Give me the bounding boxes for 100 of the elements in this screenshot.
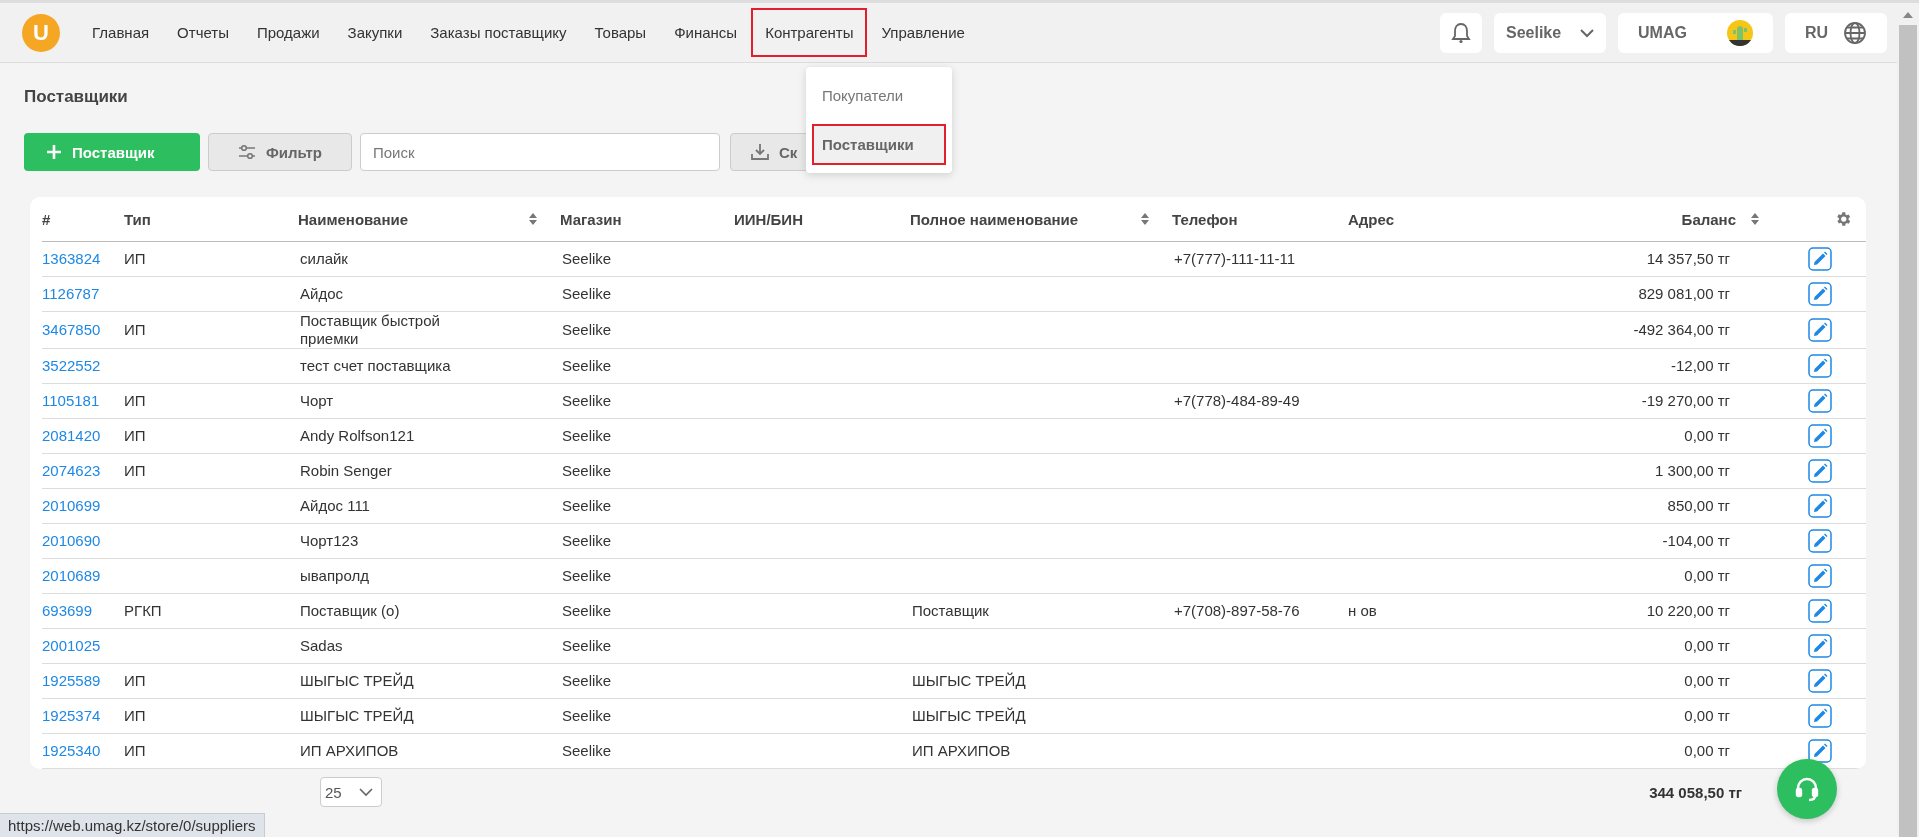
table-cell: 0,00 тг: [1684, 672, 1730, 690]
nav-item[interactable]: Управление: [867, 14, 979, 51]
scrollbar-thumb[interactable]: [1899, 25, 1917, 837]
column-header: Полное наименование: [910, 210, 1079, 228]
supplier-id-link[interactable]: 2010690: [42, 532, 101, 550]
table-cell: ШЫГЫС ТРЕЙД: [300, 707, 414, 725]
globe-icon: [1843, 20, 1867, 45]
table-cell: тест счет поставщика: [300, 357, 451, 375]
column-header: Тип: [124, 210, 151, 228]
table-cell: силайк: [300, 250, 348, 268]
table-cell: Robin Senger: [300, 462, 392, 480]
sort-icon[interactable]: [1140, 212, 1150, 226]
table-cell: ИП АРХИПОВ: [300, 742, 399, 760]
sort-icon[interactable]: [1750, 212, 1760, 226]
table-cell: Seelike: [562, 462, 612, 480]
supplier-id-link[interactable]: 2001025: [42, 637, 101, 655]
scroll-up-icon[interactable]: [1902, 11, 1914, 19]
table-cell: 14 357,50 тг: [1646, 250, 1730, 268]
table-cell: +7(777)-111-11-11: [1174, 250, 1296, 268]
nav-item[interactable]: Заказы поставщику: [416, 14, 581, 51]
search-field[interactable]: Поиск: [360, 133, 720, 171]
edit-icon[interactable]: [1808, 424, 1832, 448]
table-cell: Seelike: [562, 532, 612, 550]
settings-icon[interactable]: [1834, 210, 1852, 228]
supplier-id-link[interactable]: 2081420: [42, 427, 101, 445]
nav-item[interactable]: Финансы: [660, 14, 752, 51]
add-supplier-button[interactable]: Поставщик: [24, 133, 200, 171]
column-header: ИИН/БИН: [734, 210, 803, 228]
account-button[interactable]: UMAG: [1618, 12, 1773, 53]
supplier-id-link[interactable]: 2074623: [42, 462, 101, 480]
table-cell: Seelike: [562, 602, 612, 620]
table-cell: ИП: [124, 427, 146, 445]
edit-icon[interactable]: [1808, 389, 1832, 413]
nav-item[interactable]: Главная: [78, 14, 164, 51]
edit-icon[interactable]: [1808, 529, 1832, 553]
column-header: Магазин: [560, 210, 622, 228]
sort-icon[interactable]: [528, 212, 538, 226]
supplier-id-link[interactable]: 1126787: [42, 285, 100, 303]
supplier-id-link[interactable]: 2010699: [42, 497, 101, 515]
table-cell: -492 364,00 тг: [1633, 321, 1730, 339]
chevron-down-icon: [359, 787, 373, 797]
table-cell: Seelike: [562, 321, 612, 339]
edit-icon[interactable]: [1808, 704, 1832, 728]
supplier-id-link[interactable]: 1925340: [42, 742, 101, 760]
table-cell: Andy Rolfson121: [300, 427, 415, 445]
table-cell: 10 220,00 тг: [1646, 602, 1730, 620]
table-cell-text: Поставщик быстрой приемки: [300, 312, 441, 348]
table-cell: -104,00 тг: [1662, 532, 1730, 550]
table-cell: Айдос: [300, 285, 343, 303]
table-cell: Seelike: [562, 285, 612, 303]
supplier-id-link[interactable]: 1925589: [42, 672, 101, 690]
menu-item[interactable]: Поставщики: [812, 124, 946, 165]
edit-icon[interactable]: [1808, 494, 1832, 518]
table-cell: ШЫГЫС ТРЕЙД: [300, 672, 414, 690]
supplier-id-link[interactable]: 3522552: [42, 357, 101, 375]
table-cell: Seelike: [562, 637, 612, 655]
table-cell: Seelike: [562, 427, 612, 445]
supplier-id-link[interactable]: 3467850: [42, 321, 101, 339]
table-cell: Seelike: [562, 742, 612, 760]
supplier-id-link[interactable]: 2010689: [42, 567, 101, 585]
nav-item[interactable]: Закупки: [333, 14, 417, 51]
nav-item[interactable]: Контрагенты: [751, 8, 868, 57]
nav-item[interactable]: Продажи: [242, 14, 334, 51]
store-select[interactable]: Seelike: [1494, 12, 1606, 53]
supplier-id-link[interactable]: 1105181: [42, 392, 100, 410]
table-cell: ИП: [124, 392, 146, 410]
language-button[interactable]: RU: [1785, 12, 1887, 53]
edit-icon[interactable]: [1808, 599, 1832, 623]
nav-item[interactable]: Товары: [580, 14, 661, 51]
menu-item[interactable]: Покупатели: [812, 75, 946, 116]
edit-icon[interactable]: [1808, 318, 1832, 342]
column-header: Адрес: [1348, 210, 1394, 228]
nav-item[interactable]: Отчеты: [163, 14, 243, 51]
page-size-select[interactable]: 25: [320, 777, 382, 807]
edit-icon[interactable]: [1808, 247, 1832, 271]
download-icon: [751, 143, 769, 161]
supplier-id-link[interactable]: 1925374: [42, 707, 101, 725]
edit-icon[interactable]: [1808, 669, 1832, 693]
edit-icon[interactable]: [1808, 459, 1832, 483]
table-cell: ШЫГЫС ТРЕЙД: [912, 672, 1026, 690]
page-title: Поставщики: [24, 87, 128, 107]
support-chat-button[interactable]: [1777, 759, 1837, 819]
edit-icon[interactable]: [1808, 354, 1832, 378]
table-cell: Seelike: [562, 497, 612, 515]
filter-button[interactable]: Фильтр: [208, 133, 352, 171]
supplier-id-link[interactable]: 1363824: [42, 250, 101, 268]
supplier-id-link[interactable]: 693699: [42, 602, 93, 620]
table-cell: -12,00 тг: [1670, 357, 1730, 375]
table-cell: Поставщик: [912, 602, 989, 620]
headset-icon: [1793, 775, 1821, 803]
edit-icon[interactable]: [1808, 282, 1832, 306]
edit-icon[interactable]: [1808, 739, 1832, 763]
table-cell: 850,00 тг: [1667, 497, 1730, 515]
table-cell: Sadas: [300, 637, 343, 655]
edit-icon[interactable]: [1808, 564, 1832, 588]
table-cell: 0,00 тг: [1684, 707, 1730, 725]
table-cell: ШЫГЫС ТРЕЙД: [912, 707, 1026, 725]
table-cell: Seelike: [562, 250, 612, 268]
notifications-button[interactable]: [1440, 12, 1482, 53]
edit-icon[interactable]: [1808, 634, 1832, 658]
